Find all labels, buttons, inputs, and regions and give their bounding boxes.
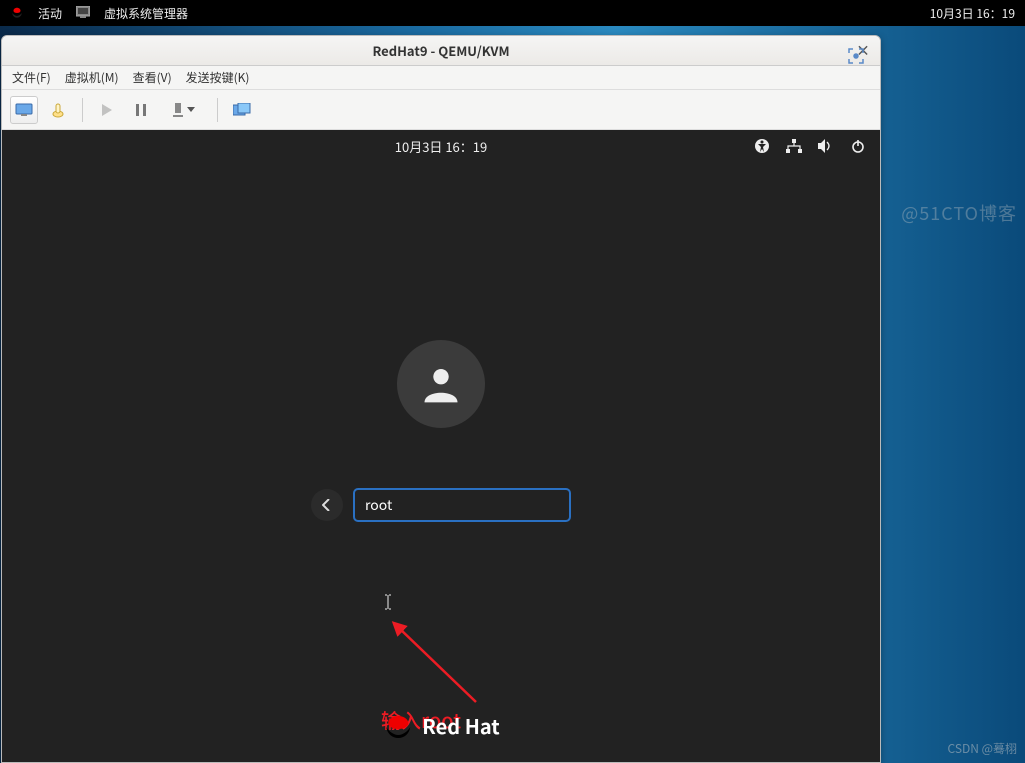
activities-button[interactable]: 活动 (38, 5, 62, 22)
login-area (2, 130, 880, 762)
guest-display[interactable]: 10月3日 16：19 (2, 130, 880, 762)
window-titlebar[interactable]: RedHat9 - QEMU/KVM × (2, 36, 880, 66)
window-title: RedHat9 - QEMU/KVM (372, 41, 509, 60)
console-button[interactable] (10, 96, 38, 124)
back-button[interactable] (311, 489, 343, 521)
chevron-down-icon (187, 107, 195, 112)
menu-send-keys[interactable]: 发送按键(K) (186, 69, 250, 86)
redhat-icon (10, 6, 24, 20)
vm-window: RedHat9 - QEMU/KVM × 文件(F) 虚拟机(M) 查看(V) … (1, 35, 881, 763)
menu-vm[interactable]: 虚拟机(M) (65, 69, 119, 86)
app-name-label: 虚拟系统管理器 (104, 5, 188, 22)
menubar: 文件(F) 虚拟机(M) 查看(V) 发送按键(K) (2, 66, 880, 90)
username-input[interactable] (353, 488, 571, 522)
vmm-icon (76, 5, 90, 22)
redhat-icon (382, 714, 414, 738)
host-topbar: 活动 虚拟系统管理器 10月3日 16：19 (0, 0, 1025, 26)
watermark-bottom: CSDN @蓦栩 (948, 740, 1017, 757)
shutdown-dropdown[interactable] (161, 96, 207, 124)
pause-button[interactable] (127, 96, 155, 124)
toolbar (2, 90, 880, 130)
play-button[interactable] (93, 96, 121, 124)
avatar (397, 340, 485, 428)
host-datetime[interactable]: 10月3日 16：19 (930, 5, 1015, 22)
redhat-logo: Red Hat (382, 711, 499, 740)
separator (217, 98, 218, 122)
watermark-top: @51CTO博客 (901, 200, 1017, 226)
fullscreen-button[interactable] (842, 42, 870, 70)
menu-file[interactable]: 文件(F) (12, 69, 51, 86)
info-button[interactable] (44, 96, 72, 124)
separator (82, 98, 83, 122)
snapshots-button[interactable] (228, 96, 256, 124)
menu-view[interactable]: 查看(V) (133, 69, 172, 86)
redhat-brand-text: Red Hat (422, 711, 499, 740)
